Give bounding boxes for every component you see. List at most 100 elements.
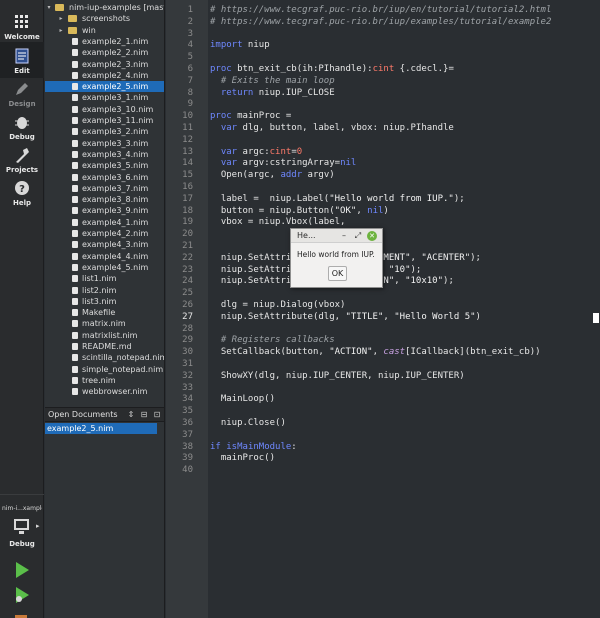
- tree-item-label: tree.nim: [82, 375, 116, 385]
- tree-file[interactable]: list2.nim: [45, 285, 164, 296]
- mode-design[interactable]: Design: [0, 75, 44, 111]
- file-icon: [72, 320, 78, 328]
- debug-run-button[interactable]: [12, 585, 32, 605]
- line-number: 11: [182, 123, 193, 133]
- mode-label: Projects: [5, 166, 39, 174]
- file-icon: [72, 150, 78, 158]
- tree-file[interactable]: matrix.nim: [45, 318, 164, 329]
- code-line: # https://www.tecgraf.puc-rio.br/iup/exa…: [210, 16, 552, 27]
- file-icon: [72, 49, 78, 57]
- mode-debug[interactable]: Debug: [0, 108, 44, 144]
- tree-file[interactable]: example2_5.nim: [45, 81, 164, 93]
- tree-file[interactable]: example4_2.nim: [45, 228, 164, 239]
- code-line: # https://www.tecgraf.puc-rio.br/iup/en/…: [210, 5, 552, 15]
- close-pane-icon[interactable]: ⊡: [152, 410, 162, 420]
- tree-file[interactable]: example3_10.nim: [45, 104, 164, 115]
- tree-file[interactable]: example3_11.nim: [45, 115, 164, 126]
- code-line: dlg = niup.Dialog(vbox): [210, 300, 346, 310]
- file-icon: [72, 139, 78, 147]
- mode-edit[interactable]: Edit: [0, 42, 44, 78]
- kit-selector[interactable]: ▸ Debug: [0, 516, 44, 552]
- tree-file[interactable]: example2_4.nim: [45, 70, 164, 81]
- mode-projects[interactable]: Projects: [0, 141, 44, 177]
- file-icon: [72, 365, 78, 373]
- tree-file[interactable]: webbrowser.nim: [45, 386, 164, 397]
- minimize-icon[interactable]: –: [339, 231, 349, 241]
- line-number: 33: [182, 382, 193, 393]
- line-number: 14: [182, 158, 193, 169]
- sidebar: ▾ nim-iup-examples [maste ▸ screenshots ▸ win…: [45, 0, 165, 618]
- line-number: 8: [187, 87, 193, 98]
- file-icon: [72, 297, 78, 305]
- code-editor[interactable]: # https://www.tecgraf.puc-rio.br/iup/en/…: [208, 0, 592, 618]
- tree-file[interactable]: example3_5.nim: [45, 160, 164, 171]
- tree-file[interactable]: scintilla_notepad.nim: [45, 352, 164, 363]
- tree-file[interactable]: example2_3.nim: [45, 59, 164, 70]
- close-icon[interactable]: ✕: [367, 231, 377, 241]
- chevron-right-icon[interactable]: ▸: [57, 13, 65, 24]
- tree-file[interactable]: example3_2.nim: [45, 126, 164, 137]
- file-icon: [72, 162, 78, 170]
- tree-file[interactable]: list1.nim: [45, 273, 164, 284]
- line-number: 36: [182, 418, 193, 428]
- mode-welcome[interactable]: Welcome: [0, 8, 44, 44]
- tree-file[interactable]: example4_3.nim: [45, 239, 164, 250]
- open-document-item[interactable]: example2_5.nim: [45, 423, 157, 434]
- tree-file[interactable]: example4_5.nim: [45, 262, 164, 273]
- tree-file[interactable]: example3_1.nim: [45, 92, 164, 103]
- tree-file[interactable]: example3_3.nim: [45, 138, 164, 149]
- tree-file[interactable]: example2_1.nim: [45, 36, 164, 47]
- file-icon: [72, 184, 78, 192]
- tree-folder[interactable]: ▸ win: [45, 25, 164, 36]
- split-icon[interactable]: ⊟: [139, 410, 149, 420]
- line-number: 23: [182, 264, 193, 275]
- tree-file[interactable]: example4_1.nim: [45, 217, 164, 228]
- tree-file[interactable]: example2_2.nim: [45, 47, 164, 58]
- tree-root[interactable]: ▾ nim-iup-examples [maste: [45, 2, 164, 13]
- tree-file[interactable]: example3_6.nim: [45, 172, 164, 183]
- tree-file[interactable]: example3_4.nim: [45, 149, 164, 160]
- sort-icon[interactable]: ⇕: [126, 410, 136, 420]
- mode-help[interactable]: ? Help: [0, 174, 44, 210]
- tree-item-label: example3_3.nim: [82, 138, 149, 148]
- tree-file[interactable]: example4_4.nim: [45, 251, 164, 262]
- run-button[interactable]: [12, 560, 32, 580]
- line-number: 38: [182, 441, 193, 452]
- line-number: 6: [187, 64, 193, 74]
- tree-item-label: matrixlist.nim: [82, 330, 138, 340]
- tree-file[interactable]: list3.nim: [45, 296, 164, 307]
- tree-file[interactable]: matrixlist.nim: [45, 330, 164, 341]
- dialog-titlebar[interactable]: He... – ⤢ ✕: [291, 229, 382, 243]
- grid-icon: [15, 15, 28, 28]
- line-number: 7: [187, 75, 193, 86]
- tree-file[interactable]: example3_8.nim: [45, 194, 164, 205]
- mode-bar: Welcome Edit Design Debug Projects? Help nim-i…: [0, 0, 44, 618]
- file-icon: [72, 105, 78, 113]
- monitor-icon: ▸: [14, 519, 40, 534]
- build-button[interactable]: [12, 608, 32, 618]
- tree-file[interactable]: example3_9.nim: [45, 205, 164, 216]
- line-number: 13: [182, 146, 193, 157]
- file-icon: [72, 94, 78, 102]
- code-line: Open(argc, addr argv): [210, 170, 335, 181]
- tree-file[interactable]: tree.nim: [45, 375, 164, 386]
- tree-item-label: example4_5.nim: [82, 262, 149, 272]
- code-line: proc mainProc =: [210, 111, 292, 122]
- maximize-icon[interactable]: ⤢: [353, 231, 363, 241]
- ok-button[interactable]: OK: [328, 266, 347, 281]
- tree-folder[interactable]: ▸ screenshots: [45, 13, 164, 24]
- editor-scrollbar[interactable]: [592, 0, 600, 618]
- code-line: niup.Close(): [210, 418, 286, 428]
- chevron-down-icon[interactable]: ▾: [45, 2, 53, 13]
- code-line: # Registers callbacks: [210, 335, 335, 346]
- tree-file[interactable]: simple_notepad.nim: [45, 364, 164, 375]
- tree-file[interactable]: example3_7.nim: [45, 183, 164, 194]
- file-icon: [72, 263, 78, 271]
- chevron-right-icon[interactable]: ▸: [57, 25, 65, 36]
- tree-item-label: matrix.nim: [82, 319, 126, 329]
- code-line: button = niup.Button("OK", nil): [210, 205, 389, 216]
- tree-file[interactable]: Makefile: [45, 307, 164, 318]
- project-tree[interactable]: ▾ nim-iup-examples [maste ▸ screenshots ▸ win…: [45, 0, 164, 402]
- code-line: var argv:cstringArray=nil: [220, 158, 357, 169]
- tree-file[interactable]: README.md: [45, 341, 164, 352]
